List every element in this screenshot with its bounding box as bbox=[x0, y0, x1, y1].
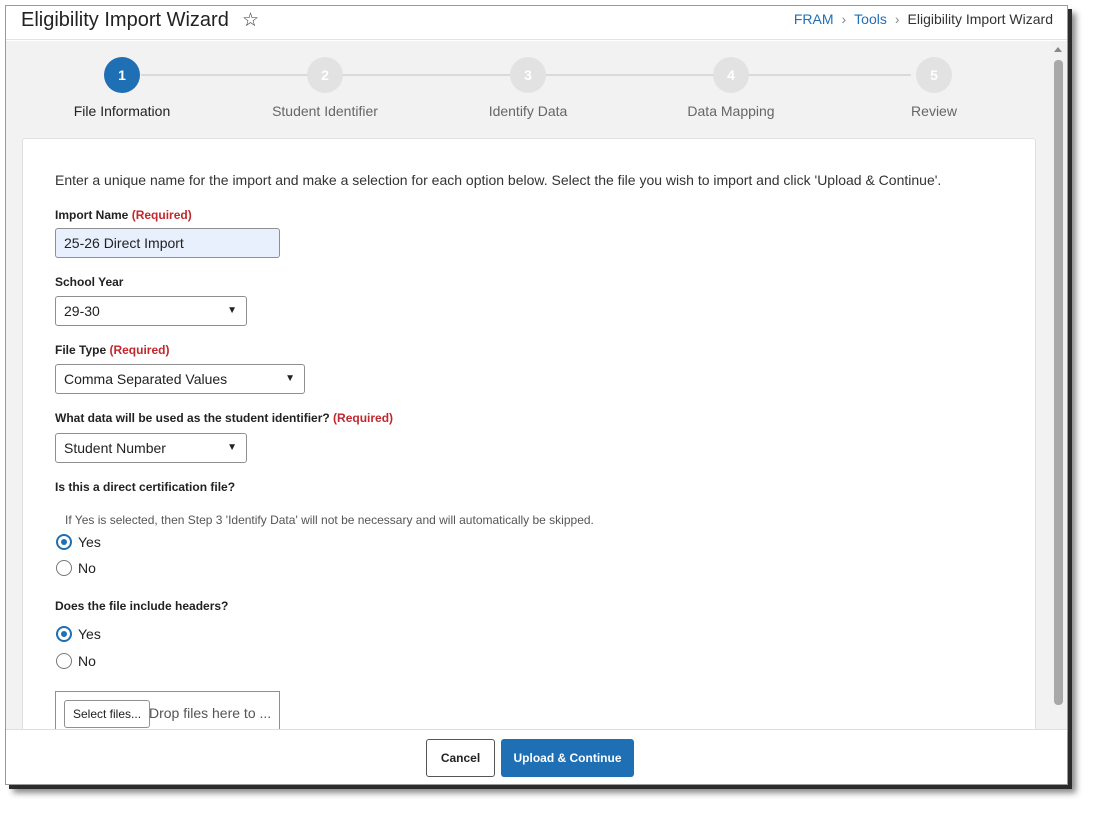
required-tag: (Required) bbox=[131, 208, 192, 222]
drop-zone-text: Drop files here to ... bbox=[149, 705, 272, 721]
cancel-button[interactable]: Cancel bbox=[426, 739, 495, 777]
step-number: 2 bbox=[307, 57, 343, 93]
page-header: Eligibility Import Wizard ☆ FRAM › Tools… bbox=[6, 6, 1067, 40]
vertical-scrollbar[interactable] bbox=[1050, 41, 1067, 729]
file-upload-dropzone[interactable]: Select files... Drop files here to ... bbox=[55, 691, 280, 729]
file-type-label-text: File Type bbox=[55, 343, 107, 357]
step-label: Identify Data bbox=[488, 103, 568, 119]
step-label: Data Mapping bbox=[687, 103, 775, 119]
intro-text: Enter a unique name for the import and m… bbox=[55, 172, 942, 188]
import-name-input[interactable]: 25-26 Direct Import bbox=[55, 228, 280, 258]
breadcrumb: FRAM › Tools › Eligibility Import Wizard bbox=[794, 11, 1053, 27]
dropdown-arrow-icon: ▼ bbox=[227, 305, 237, 316]
step-number: 5 bbox=[916, 57, 952, 93]
student-identifier-label: What data will be used as the student id… bbox=[55, 411, 393, 425]
import-name-label-text: Import Name bbox=[55, 208, 129, 222]
step-label: File Information bbox=[73, 103, 171, 119]
student-identifier-label-text: What data will be used as the student id… bbox=[55, 411, 330, 425]
school-year-select[interactable]: 29-30 ▼ bbox=[55, 296, 247, 326]
radio-button[interactable] bbox=[56, 653, 72, 669]
radio-label: Yes bbox=[78, 534, 101, 550]
direct-cert-yes-option[interactable]: Yes bbox=[56, 534, 101, 550]
headers-no-option[interactable]: No bbox=[56, 653, 96, 669]
step-data-mapping: 4 Data Mapping bbox=[631, 57, 831, 119]
favorite-star-icon[interactable]: ☆ bbox=[242, 9, 259, 32]
action-footer: Cancel Upload & Continue bbox=[6, 729, 1067, 784]
upload-continue-button[interactable]: Upload & Continue bbox=[501, 739, 634, 777]
scrollbar-thumb[interactable] bbox=[1054, 60, 1063, 705]
dropdown-arrow-icon: ▼ bbox=[227, 442, 237, 453]
file-type-select[interactable]: Comma Separated Values ▼ bbox=[55, 364, 305, 394]
file-type-value: Comma Separated Values bbox=[64, 371, 228, 387]
radio-label: Yes bbox=[78, 626, 101, 642]
headers-label: Does the file include headers? bbox=[55, 599, 229, 613]
direct-cert-hint: If Yes is selected, then Step 3 'Identif… bbox=[65, 513, 594, 527]
wizard-stepper: 1 File Information 2 Student Identifier … bbox=[6, 41, 1052, 133]
step-number: 1 bbox=[104, 57, 140, 93]
step-identify-data: 3 Identify Data bbox=[428, 57, 628, 119]
breadcrumb-current: Eligibility Import Wizard bbox=[907, 11, 1053, 27]
step-number: 3 bbox=[510, 57, 546, 93]
step-review: 5 Review bbox=[834, 57, 1034, 119]
breadcrumb-fram[interactable]: FRAM bbox=[794, 11, 834, 27]
breadcrumb-tools[interactable]: Tools bbox=[854, 11, 887, 27]
direct-cert-label: Is this a direct certification file? bbox=[55, 480, 236, 494]
chevron-right-icon: › bbox=[894, 11, 900, 27]
radio-button[interactable] bbox=[56, 534, 72, 550]
radio-button[interactable] bbox=[56, 626, 72, 642]
step-file-information: 1 File Information bbox=[22, 57, 222, 119]
wizard-body: 1 File Information 2 Student Identifier … bbox=[6, 41, 1052, 729]
school-year-label: School Year bbox=[55, 275, 124, 289]
step-label: Review bbox=[911, 103, 957, 119]
file-type-label: File Type (Required) bbox=[55, 343, 169, 357]
dropdown-arrow-icon: ▼ bbox=[285, 373, 295, 384]
step-label: Student Identifier bbox=[272, 103, 378, 119]
chevron-right-icon: › bbox=[841, 11, 847, 27]
step-number: 4 bbox=[713, 57, 749, 93]
select-files-button[interactable]: Select files... bbox=[64, 700, 151, 728]
radio-label: No bbox=[78, 560, 96, 576]
radio-button[interactable] bbox=[56, 560, 72, 576]
required-tag: (Required) bbox=[109, 343, 170, 357]
scroll-up-arrow-icon[interactable] bbox=[1054, 47, 1062, 52]
import-name-label: Import Name (Required) bbox=[55, 208, 192, 222]
school-year-value: 29-30 bbox=[64, 303, 100, 319]
required-tag: (Required) bbox=[333, 411, 394, 425]
radio-label: No bbox=[78, 653, 96, 669]
window: Eligibility Import Wizard ☆ FRAM › Tools… bbox=[5, 5, 1068, 785]
headers-yes-option[interactable]: Yes bbox=[56, 626, 101, 642]
student-identifier-select[interactable]: Student Number ▼ bbox=[55, 433, 247, 463]
step-student-identifier: 2 Student Identifier bbox=[225, 57, 425, 119]
page-title: Eligibility Import Wizard bbox=[21, 9, 229, 31]
form-card: Enter a unique name for the import and m… bbox=[22, 138, 1036, 729]
student-identifier-value: Student Number bbox=[64, 440, 166, 456]
direct-cert-no-option[interactable]: No bbox=[56, 560, 96, 576]
